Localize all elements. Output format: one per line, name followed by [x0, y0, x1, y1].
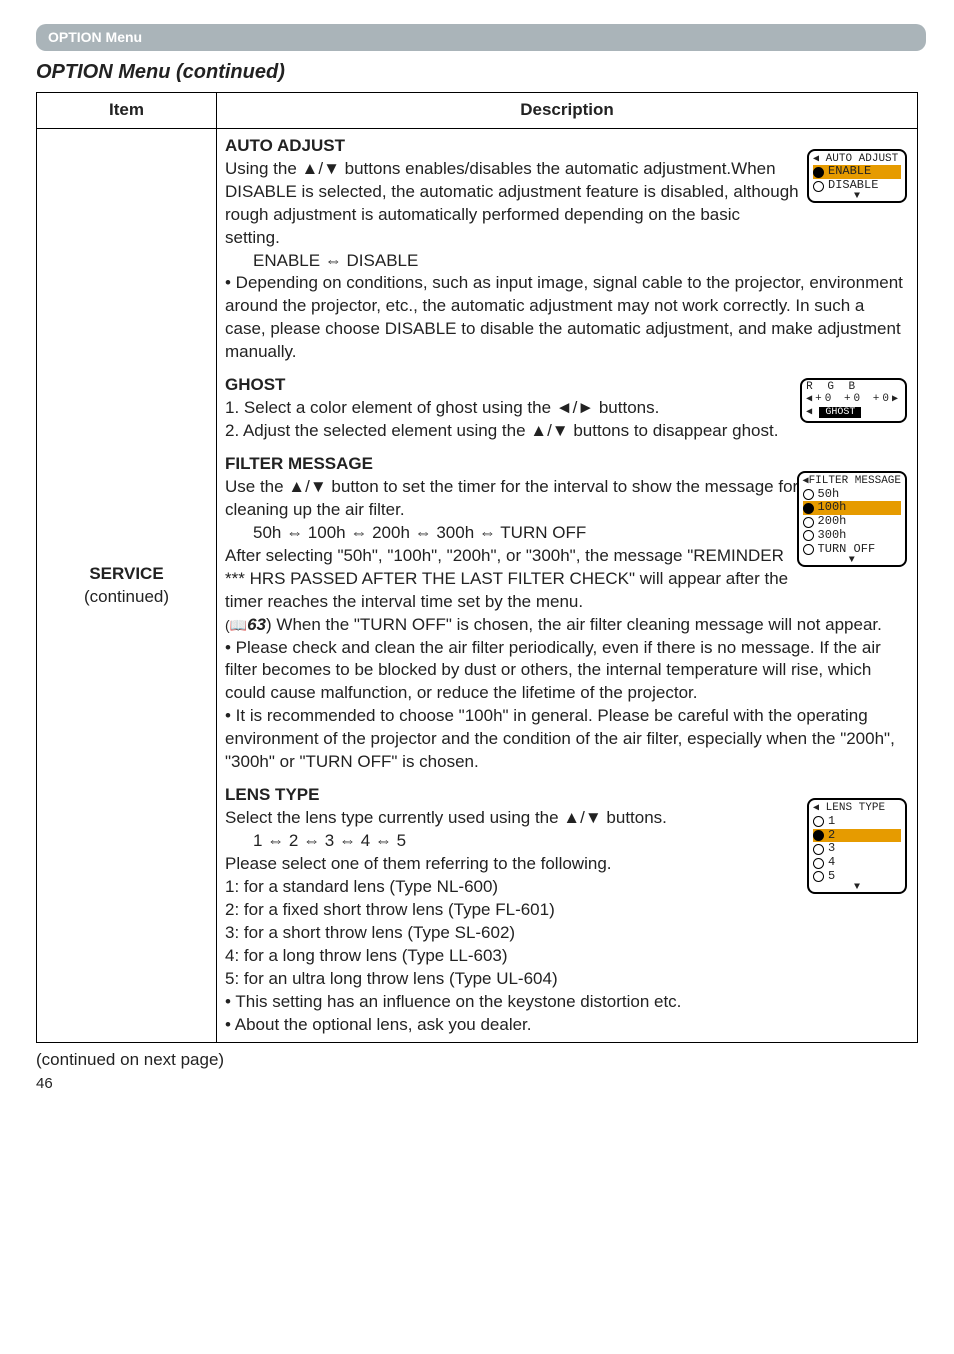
ghost-step2: 2. Adjust the selected element using the…	[225, 420, 909, 443]
lens-panel-title: LENS TYPE	[826, 802, 885, 814]
panel-opt: 1	[828, 815, 835, 829]
auto-adjust-toggle: ENABLE ⇔ DISABLE	[225, 250, 909, 273]
filter-message-p4: • It is recommended to choose "100h" in …	[225, 705, 909, 774]
ref-number: 63	[247, 615, 266, 634]
panel-opt: TURN OFF	[818, 543, 876, 557]
lens-type-l3: 3: for a short throw lens (Type SL-602)	[225, 922, 909, 945]
lens-type-p3: • This setting has an influence on the k…	[225, 991, 909, 1014]
lens-type-block: ◀ LENS TYPE 1 2 3 4 5 ▼ LENS TYPE Select…	[225, 784, 909, 1036]
panel-opt: 300h	[818, 529, 847, 543]
chevron-down-icon: ▼	[813, 884, 901, 892]
lens-type-l4: 4: for a long throw lens (Type LL-603)	[225, 945, 909, 968]
radio-icon	[813, 167, 824, 178]
filter-message-p2b: ) When the "TURN OFF" is chosen, the air…	[266, 615, 882, 634]
radio-icon	[803, 503, 814, 514]
auto-adjust-block: ◀ AUTO ADJUST ENABLE DISABLE ▼ AUTO ADJU…	[225, 135, 909, 364]
item-service-continued: (continued)	[45, 586, 208, 609]
page-number: 46	[36, 1074, 918, 1094]
radio-icon	[803, 544, 814, 555]
panel-opt: 100h	[818, 501, 847, 515]
section-tab: OPTION Menu	[36, 24, 926, 51]
panel-opt: 50h	[818, 488, 840, 502]
ghost-label: GHOST	[819, 407, 861, 418]
ghost-panel: R G B ◀+0 +0 +0▶ ◀ GHOST	[800, 378, 907, 422]
continued-note: (continued on next page)	[36, 1049, 918, 1072]
filter-message-ref: (📖63) When the "TURN OFF" is chosen, the…	[225, 614, 909, 637]
radio-icon	[813, 844, 824, 855]
description-cell: ◀ AUTO ADJUST ENABLE DISABLE ▼ AUTO ADJU…	[217, 128, 918, 1043]
panel-opt: 2	[828, 829, 835, 843]
book-icon: (📖	[225, 617, 247, 633]
chevron-down-icon: ▼	[803, 557, 901, 565]
ghost-rgb: R G B	[806, 381, 901, 393]
ghost-block: R G B ◀+0 +0 +0▶ ◀ GHOST GHOST 1. Select…	[225, 374, 909, 443]
lens-type-p4: • About the optional lens, ask you deale…	[225, 1014, 909, 1037]
lens-type-l2: 2: for a fixed short throw lens (Type FL…	[225, 899, 909, 922]
radio-icon	[813, 816, 824, 827]
panel-opt: 5	[828, 870, 835, 884]
filter-message-panel: ◀FILTER MESSAGE 50h 100h 200h 300h TURN …	[797, 471, 907, 567]
radio-icon	[813, 830, 824, 841]
lens-type-l5: 5: for an ultra long throw lens (Type UL…	[225, 968, 909, 991]
lens-type-panel: ◀ LENS TYPE 1 2 3 4 5 ▼	[807, 798, 907, 894]
option-table: Item Description SERVICE (continued) ◀ A…	[36, 92, 918, 1044]
section-title: OPTION Menu (continued)	[36, 59, 918, 86]
panel-opt: 200h	[818, 515, 847, 529]
radio-icon	[803, 489, 814, 500]
item-cell-service: SERVICE (continued)	[37, 128, 217, 1043]
filter-message-block: ◀FILTER MESSAGE 50h 100h 200h 300h TURN …	[225, 453, 909, 774]
item-service: SERVICE	[45, 563, 208, 586]
header-item: Item	[37, 92, 217, 128]
ghost-step1-text: 1. Select a color element of ghost using…	[225, 398, 659, 417]
radio-icon	[803, 517, 814, 528]
panel-opt: 4	[828, 856, 835, 870]
radio-icon	[813, 871, 824, 882]
filter-panel-title: FILTER MESSAGE	[809, 475, 901, 487]
ghost-vals: +0 +0 +0	[815, 393, 892, 405]
chevron-down-icon: ▼	[813, 193, 901, 201]
radio-icon	[813, 181, 824, 192]
panel-opt-enable: ENABLE	[828, 165, 871, 179]
radio-icon	[813, 858, 824, 869]
auto-adjust-p2: • Depending on conditions, such as input…	[225, 272, 909, 364]
header-description: Description	[217, 92, 918, 128]
auto-adjust-panel: ◀ AUTO ADJUST ENABLE DISABLE ▼	[807, 149, 907, 203]
radio-icon	[803, 530, 814, 541]
auto-adjust-panel-title: AUTO ADJUST	[826, 153, 899, 165]
filter-message-p3: • Please check and clean the air filter …	[225, 637, 909, 706]
panel-opt: 3	[828, 842, 835, 856]
